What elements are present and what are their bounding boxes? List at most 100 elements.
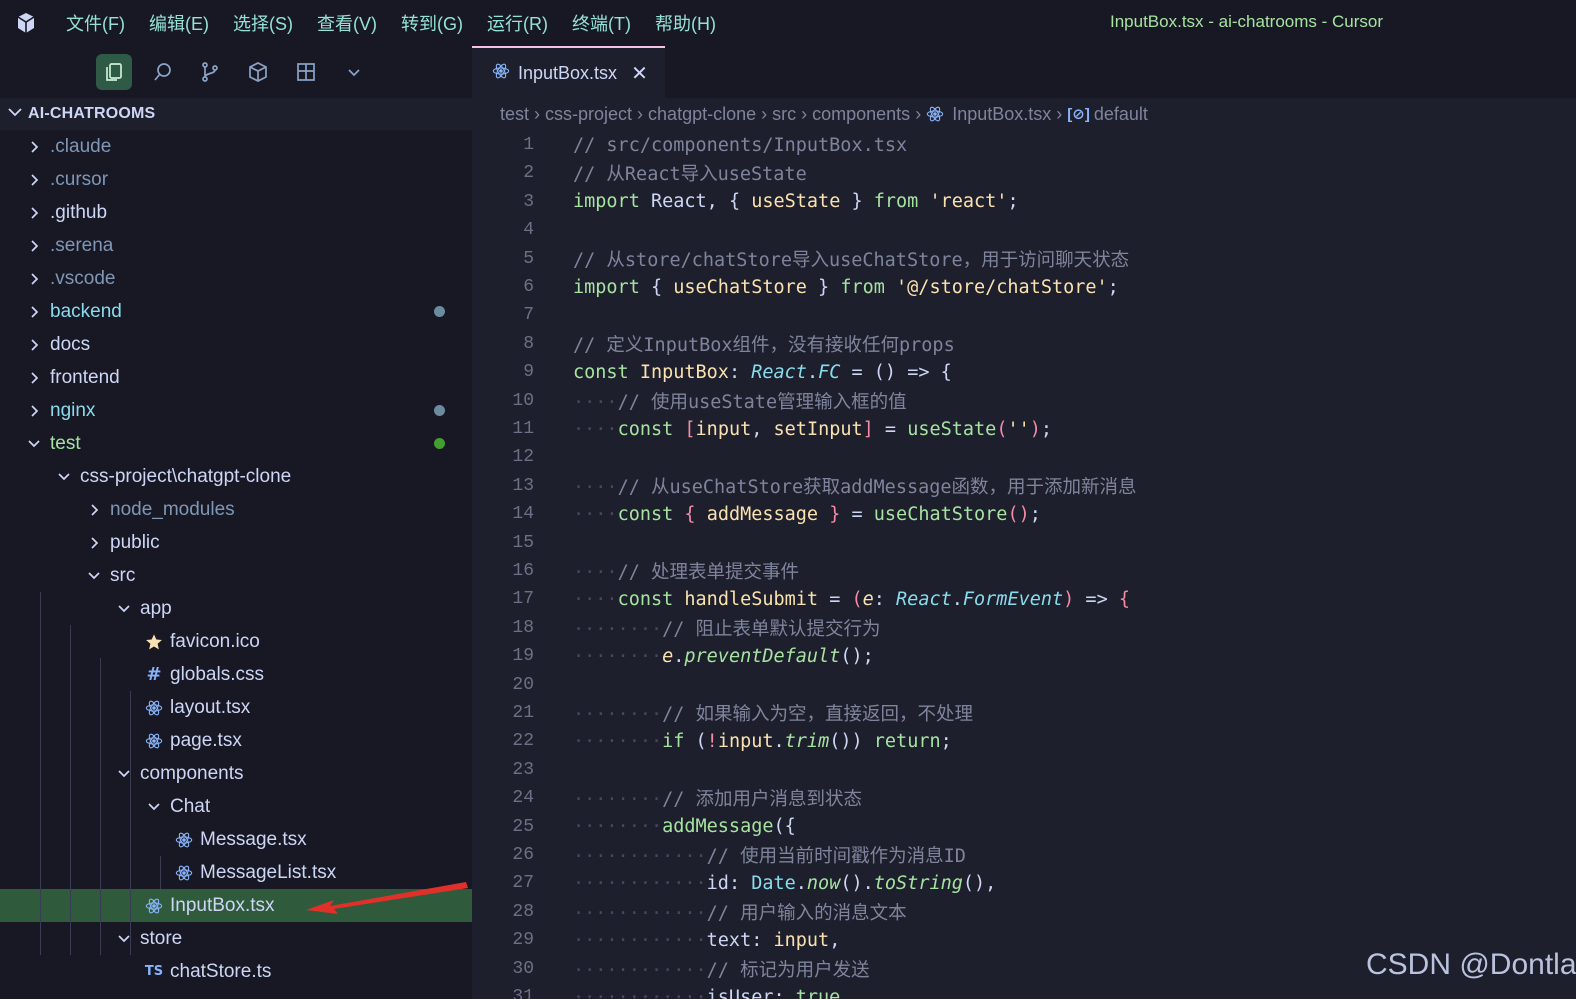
- code-line[interactable]: 25 ········addMessage({: [472, 813, 1576, 841]
- react-icon: [926, 105, 944, 123]
- line-number: 14: [512, 504, 534, 525]
- tree-folder-src[interactable]: src: [0, 559, 472, 592]
- chevron-down-icon: [144, 797, 164, 817]
- tree-item-label: css-project\chatgpt-clone: [80, 465, 292, 487]
- line-number: 24: [512, 788, 534, 809]
- tree-folder-nginx[interactable]: nginx: [0, 394, 472, 427]
- code-line[interactable]: 7: [472, 301, 1576, 329]
- code-line[interactable]: 12: [472, 443, 1576, 471]
- close-icon[interactable]: ✕: [631, 61, 648, 86]
- code-line[interactable]: 3 import React, { useState } from 'react'…: [472, 188, 1576, 216]
- code-line[interactable]: 17 ····const handleSubmit = (e: React.For…: [472, 585, 1576, 613]
- tree-folder-docs[interactable]: docs: [0, 328, 472, 361]
- tree-item-label: node_modules: [110, 498, 235, 520]
- menu-file[interactable]: 文件(F): [66, 10, 125, 36]
- tree-folder-node-modules[interactable]: node_modules: [0, 493, 472, 526]
- code-line[interactable]: 5 // 从store/chatStore导入useChatStore，用于访问聊…: [472, 245, 1576, 273]
- code-line[interactable]: 18 ········// 阻止表单默认提交行为: [472, 614, 1576, 642]
- tree-folder-serena[interactable]: .serena: [0, 229, 472, 262]
- source-control-icon[interactable]: [192, 54, 228, 90]
- line-number: 17: [512, 589, 534, 610]
- react-icon: [174, 863, 194, 883]
- code-line[interactable]: 15: [472, 529, 1576, 557]
- layout-icon[interactable]: [288, 54, 324, 90]
- code-text: ········e.preventDefault();: [573, 645, 874, 667]
- code-text: ········if (!input.trim()) return;: [573, 730, 952, 752]
- code-line[interactable]: 28 ············// 用户输入的消息文本: [472, 898, 1576, 926]
- code-line[interactable]: 1 // src/components/InputBox.tsx: [472, 131, 1576, 159]
- line-number: 7: [523, 305, 534, 326]
- code-line[interactable]: 9 const InputBox: React.FC = () => {: [472, 358, 1576, 386]
- code-editor[interactable]: 1 // src/components/InputBox.tsx 2 // 从Reac…: [472, 130, 1576, 999]
- code-text: ········// 阻止表单默认提交行为: [573, 618, 881, 640]
- code-line[interactable]: 11 ····const [input, setInput] = useState…: [472, 415, 1576, 443]
- tree-item-label: .claude: [50, 135, 112, 157]
- code-text: ············// 用户输入的消息文本: [573, 902, 907, 924]
- tree-folder-cursor[interactable]: .cursor: [0, 163, 472, 196]
- tree-item-label: globals.css: [170, 663, 264, 685]
- code-text: ············text: input,: [573, 929, 841, 951]
- menu-selection[interactable]: 选择(S): [233, 10, 293, 36]
- chevron-down-icon: [114, 764, 134, 784]
- code-line[interactable]: 31 ············isUser: true,: [472, 983, 1576, 999]
- tab-inputbox[interactable]: InputBox.tsx ✕: [472, 46, 665, 98]
- breadcrumb-chatgpt-clone[interactable]: chatgpt-clone: [648, 104, 756, 125]
- tree-item-label: store: [140, 927, 183, 949]
- code-text: const InputBox: React.FC = () => {: [573, 361, 952, 383]
- menu-terminal[interactable]: 终端(T): [572, 10, 631, 36]
- title-bar: 文件(F) 编辑(E) 选择(S) 查看(V) 转到(G) 运行(R) 终端(T…: [0, 0, 1576, 46]
- tree-folder-css-project-chatgpt-clone[interactable]: css-project\chatgpt-clone: [0, 460, 472, 493]
- code-line[interactable]: 24 ········// 添加用户消息到状态: [472, 784, 1576, 812]
- code-line[interactable]: 23: [472, 756, 1576, 784]
- breadcrumb-test[interactable]: test: [500, 104, 529, 125]
- code-line[interactable]: 8 // 定义InputBox组件，没有接收任何props: [472, 330, 1576, 358]
- tree-file-chatstore-ts[interactable]: TS chatStore.ts: [0, 955, 472, 988]
- chevron-down-icon[interactable]: [336, 54, 372, 90]
- explorer-header[interactable]: AI-CHATROOMS: [0, 98, 472, 130]
- tree-folder-claude[interactable]: .claude: [0, 130, 472, 163]
- breadcrumb-symbol[interactable]: default: [1094, 104, 1148, 125]
- variable-icon: [⊘]: [1067, 106, 1090, 123]
- code-line[interactable]: 27 ············id: Date.now().toString(),: [472, 869, 1576, 897]
- code-line[interactable]: 13 ····// 从useChatStore获取addMessage函数，用于添…: [472, 472, 1576, 500]
- tree-item-label: src: [110, 564, 136, 586]
- extensions-icon[interactable]: [240, 54, 276, 90]
- tree-folder-app[interactable]: app: [0, 592, 472, 625]
- tree-item-label: .cursor: [50, 168, 109, 190]
- code-text: // 从React导入useState: [573, 164, 807, 186]
- line-number: 25: [512, 816, 534, 837]
- tree-folder-vscode[interactable]: .vscode: [0, 262, 472, 295]
- code-line[interactable]: 14 ····const { addMessage } = useChatStor…: [472, 500, 1576, 528]
- line-number: 1: [523, 135, 534, 155]
- line-number: 8: [523, 333, 534, 354]
- breadcrumb-components[interactable]: components: [812, 104, 910, 125]
- code-text: ············id: Date.now().toString(),: [573, 872, 997, 894]
- tree-folder-github[interactable]: .github: [0, 196, 472, 229]
- menu-view[interactable]: 查看(V): [317, 10, 377, 36]
- menu-edit[interactable]: 编辑(E): [149, 10, 209, 36]
- code-text: ····// 使用useState管理输入框的值: [573, 391, 907, 413]
- breadcrumb-file[interactable]: InputBox.tsx: [952, 104, 1051, 125]
- code-line[interactable]: 19 ········e.preventDefault();: [472, 642, 1576, 670]
- tree-folder-test[interactable]: test: [0, 427, 472, 460]
- code-line[interactable]: 6 import { useChatStore } from '@/store/c…: [472, 273, 1576, 301]
- code-line[interactable]: 21 ········// 如果输入为空，直接返回，不处理: [472, 699, 1576, 727]
- code-line[interactable]: 26 ············// 使用当前时间戳作为消息ID: [472, 841, 1576, 869]
- menu-go[interactable]: 转到(G): [401, 10, 463, 36]
- search-icon[interactable]: [145, 54, 181, 90]
- menu-run[interactable]: 运行(R): [487, 10, 548, 36]
- code-line[interactable]: 4: [472, 216, 1576, 244]
- code-line[interactable]: 2 // 从React导入useState: [472, 159, 1576, 187]
- tree-folder-frontend[interactable]: frontend: [0, 361, 472, 394]
- tree-folder-public[interactable]: public: [0, 526, 472, 559]
- explorer-icon[interactable]: [96, 54, 132, 90]
- code-line[interactable]: 22 ········if (!input.trim()) return;: [472, 727, 1576, 755]
- code-line[interactable]: 16 ····// 处理表单提交事件: [472, 557, 1576, 585]
- code-line[interactable]: 20: [472, 671, 1576, 699]
- code-line[interactable]: 10 ····// 使用useState管理输入框的值: [472, 387, 1576, 415]
- breadcrumb-css-project[interactable]: css-project: [545, 104, 632, 125]
- tree-item-label: layout.tsx: [170, 696, 251, 718]
- menu-help[interactable]: 帮助(H): [655, 10, 716, 36]
- tree-folder-backend[interactable]: backend: [0, 295, 472, 328]
- breadcrumb-src[interactable]: src: [772, 104, 796, 125]
